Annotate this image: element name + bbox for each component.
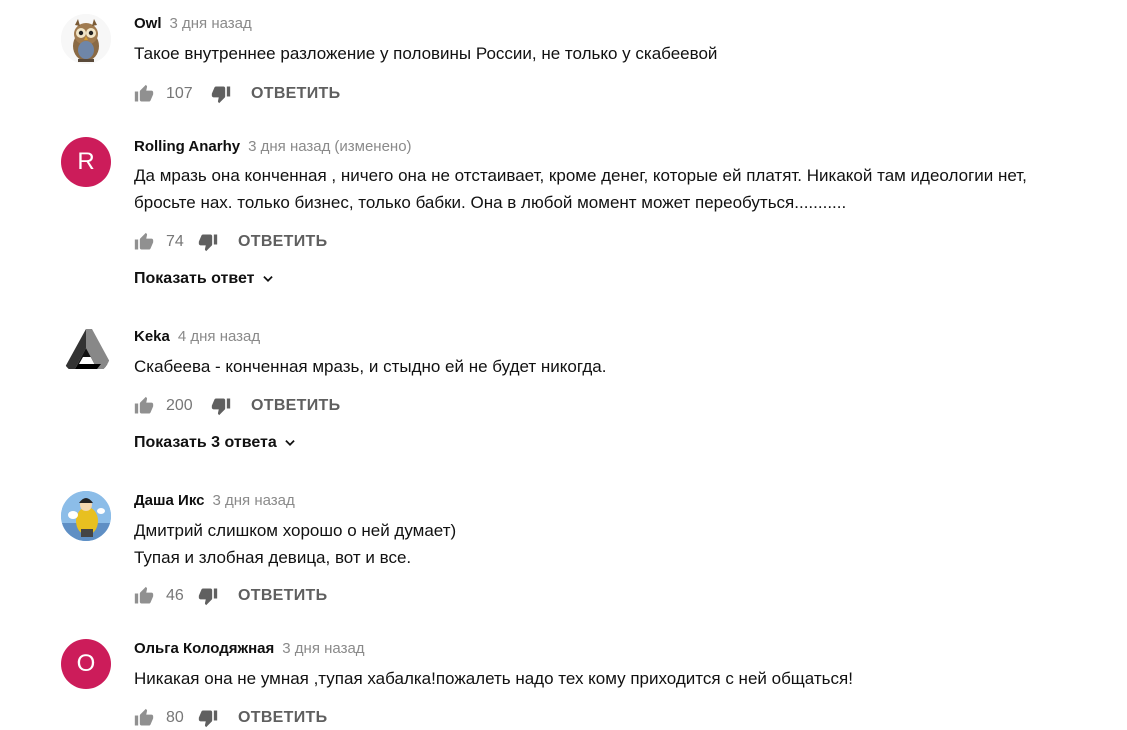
comment-header: Owl 3 дня назад: [134, 14, 252, 34]
reply-button[interactable]: ОТВЕТИТЬ: [238, 233, 327, 251]
comment-header: Rolling Anarhy 3 дня назад (изменено): [134, 137, 412, 157]
avatar[interactable]: R: [61, 137, 111, 187]
penrose-triangle-icon: [64, 329, 111, 369]
comment-actions: 80 ОТВЕТИТЬ: [132, 706, 327, 730]
avatar[interactable]: [61, 326, 111, 376]
reply-button[interactable]: ОТВЕТИТЬ: [251, 85, 340, 103]
comment-text: Никакая она не умная ,тупая хабалка!пожа…: [134, 665, 853, 692]
thumbs-up-icon: [134, 396, 154, 414]
avatar[interactable]: [61, 491, 111, 541]
comment-header: Ольга Колодяжная 3 дня назад: [134, 639, 365, 659]
dislike-button[interactable]: [196, 584, 220, 608]
thumbs-down-icon: [198, 234, 218, 252]
comment-line: Такое внутреннее разложение у половины Р…: [134, 44, 718, 63]
comment-header: Даша Икс 3 дня назад: [134, 491, 295, 511]
comment-text: Такое внутреннее разложение у половины Р…: [134, 40, 717, 67]
thumbs-down-icon: [211, 398, 231, 416]
comment-actions: 107 ОТВЕТИТЬ: [132, 82, 340, 106]
dislike-button[interactable]: [196, 230, 220, 254]
show-replies-button[interactable]: Показать ответ: [134, 270, 275, 288]
thumbs-up-icon: [134, 708, 154, 726]
author-name[interactable]: Rolling Anarhy: [134, 138, 240, 155]
comment-line: Скабеева - конченная мразь, и стыдно ей …: [134, 357, 607, 376]
thumbs-up-icon: [134, 232, 154, 250]
reply-button[interactable]: ОТВЕТИТЬ: [238, 587, 327, 605]
like-button[interactable]: [132, 584, 156, 608]
comment-line: Тупая и злобная девица, вот и все.: [134, 548, 412, 567]
photo-avatar-icon: [61, 491, 111, 541]
comment-actions: 74 ОТВЕТИТЬ: [132, 230, 327, 254]
comment-text: Дмитрий слишком хорошо о ней думает) Туп…: [134, 517, 456, 571]
like-count: 80: [166, 709, 184, 726]
dislike-button[interactable]: [196, 706, 220, 730]
timestamp[interactable]: 3 дня назад: [170, 15, 252, 32]
like-button[interactable]: [132, 706, 156, 730]
reply-button[interactable]: ОТВЕТИТЬ: [238, 709, 327, 727]
comment-line: Да мразь она конченная , ничего она не о…: [134, 166, 1027, 185]
edited-label: (изменено): [334, 138, 412, 155]
author-name[interactable]: Ольга Колодяжная: [134, 640, 274, 657]
comment-actions: 200 ОТВЕТИТЬ: [132, 394, 340, 418]
timestamp[interactable]: 4 дня назад: [178, 328, 260, 345]
timestamp[interactable]: 3 дня назад: [212, 492, 294, 509]
reply-button[interactable]: ОТВЕТИТЬ: [251, 397, 340, 415]
show-replies-button[interactable]: Показать 3 ответа: [134, 434, 297, 452]
thumbs-up-icon: [134, 586, 154, 604]
comment-text: Да мразь она конченная , ничего она не о…: [134, 162, 1027, 216]
avatar[interactable]: О: [61, 639, 111, 689]
dislike-button[interactable]: [209, 82, 233, 106]
like-count: 74: [166, 233, 184, 250]
avatar-letter: R: [77, 148, 95, 175]
author-name[interactable]: Даша Икс: [134, 492, 204, 509]
avatar-letter: О: [76, 650, 96, 677]
comment-actions: 46 ОТВЕТИТЬ: [132, 584, 327, 608]
avatar[interactable]: [61, 14, 111, 64]
like-count: 107: [166, 85, 193, 102]
timestamp[interactable]: 3 дня назад: [282, 640, 364, 657]
thumbs-up-icon: [134, 84, 154, 102]
dislike-button[interactable]: [209, 394, 233, 418]
timestamp[interactable]: 3 дня назад: [248, 138, 330, 155]
owl-avatar-icon: [61, 14, 111, 64]
chevron-down-icon: [285, 440, 295, 446]
thumbs-down-icon: [198, 588, 218, 606]
comment-line: Дмитрий слишком хорошо о ней думает): [134, 521, 457, 540]
comment-line: Никакая она не умная ,тупая хабалка!пожа…: [134, 669, 853, 688]
show-replies-label: Показать 3 ответа: [134, 434, 277, 451]
like-button[interactable]: [132, 230, 156, 254]
comment-header: Keka 4 дня назад: [134, 327, 260, 347]
author-name[interactable]: Owl: [134, 15, 162, 32]
author-name[interactable]: Keka: [134, 328, 170, 345]
comment-text: Скабеева - конченная мразь, и стыдно ей …: [134, 353, 606, 380]
chevron-down-icon: [262, 276, 273, 282]
comment-line: бросьте нах. только бизнес, только бабки…: [134, 193, 847, 212]
like-count: 46: [166, 587, 184, 604]
thumbs-down-icon: [211, 86, 231, 104]
like-count: 200: [166, 397, 193, 414]
show-replies-label: Показать ответ: [134, 270, 255, 287]
thumbs-down-icon: [198, 710, 218, 728]
like-button[interactable]: [132, 394, 156, 418]
like-button[interactable]: [132, 82, 156, 106]
